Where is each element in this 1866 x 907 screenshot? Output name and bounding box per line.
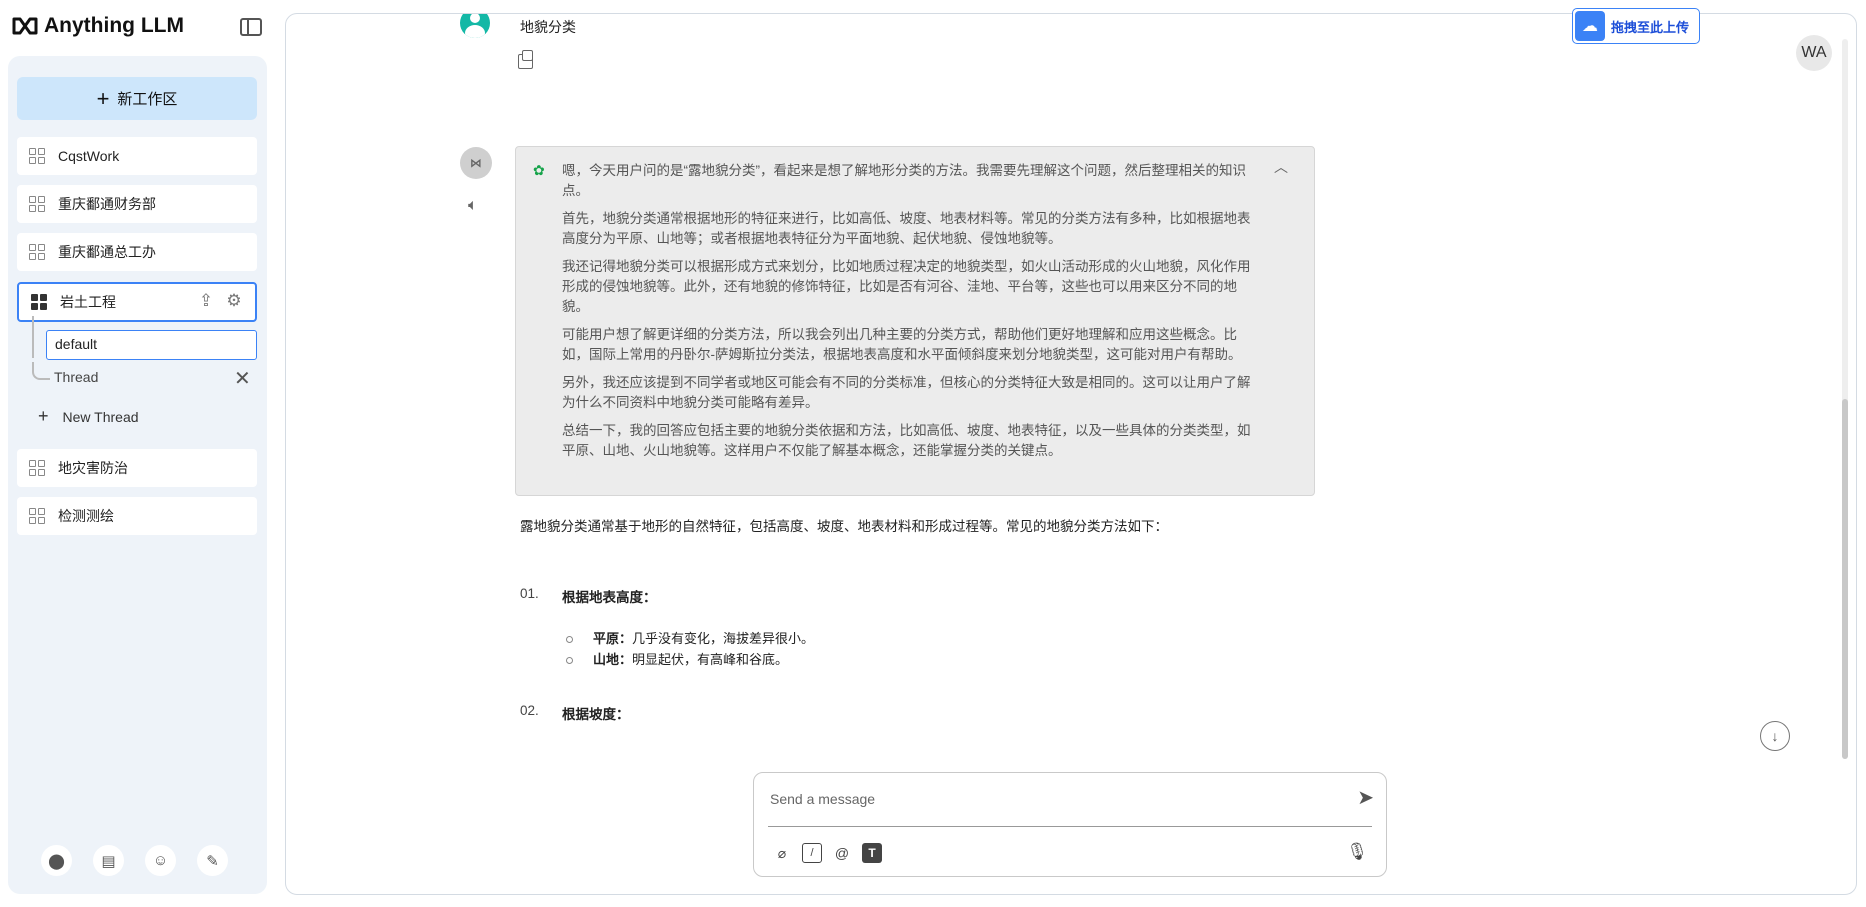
thinking-paragraph: 嗯，今天用户问的是“露地貌分类”，看起来是想了解地形分类的方法。我需要先理解这个… bbox=[562, 163, 1246, 198]
composer-divider bbox=[768, 826, 1372, 827]
workspace-item[interactable]: 重庆鄱通总工办 bbox=[17, 233, 257, 271]
plus-icon: + bbox=[38, 406, 49, 426]
text-size-icon[interactable]: T bbox=[862, 843, 882, 863]
discord-icon[interactable]: ☺ bbox=[145, 845, 176, 876]
thinking-paragraph: 总结一下，我的回答应包括主要的地貌分类依据和方法，比如高低、坡度、地表特征，以及… bbox=[562, 423, 1251, 458]
workspace-grid-icon bbox=[29, 508, 45, 524]
thinking-paragraph: 可能用户想了解更详细的分类方法，所以我会列出几种主要的分类方式，帮助他们更好地理… bbox=[562, 327, 1242, 362]
workspace-item-active[interactable]: 岩土工程 ⇪ ⚙ bbox=[17, 282, 257, 322]
list-bullet: 山地：明显起伏，有高峰和谷底。 bbox=[566, 649, 788, 668]
bullet-term: 平原： bbox=[593, 631, 633, 646]
at-mention-icon[interactable]: @ bbox=[832, 843, 852, 863]
sidebar: + 新工作区 CqstWork 重庆鄱通财务部 重庆鄱通总工办 岩土工程 ⇪ ⚙… bbox=[8, 56, 267, 894]
workspace-grid-icon bbox=[31, 294, 47, 310]
workspace-label: 重庆鄱通财务部 bbox=[58, 196, 156, 212]
composer-tools: ⌀ / @ T bbox=[772, 843, 882, 863]
new-thread-label: New Thread bbox=[62, 408, 139, 425]
list-heading: 根据坡度： bbox=[562, 707, 630, 722]
anything-llm-logo-icon bbox=[12, 17, 38, 35]
send-icon[interactable]: ➤ bbox=[1357, 785, 1374, 810]
message-input[interactable] bbox=[768, 783, 1332, 815]
chevron-up-icon[interactable]: ︿ bbox=[1274, 157, 1288, 177]
brand-name: Anything LLM bbox=[44, 14, 184, 37]
arrow-down-icon[interactable]: ↓ bbox=[1760, 721, 1790, 751]
brand-logo: Anything LLM bbox=[12, 14, 184, 38]
workspace-item[interactable]: 检测测绘 bbox=[17, 497, 257, 535]
close-icon[interactable]: ✕ bbox=[234, 366, 251, 391]
book-icon[interactable]: ▤ bbox=[93, 845, 124, 876]
user-avatar bbox=[460, 14, 490, 38]
cloud-upload-icon: ☁ bbox=[1575, 11, 1605, 41]
bullet-text: 几乎没有变化，海拔差异很小。 bbox=[632, 631, 815, 646]
user-message: 地貌分类 bbox=[520, 19, 576, 35]
thread-tree-line bbox=[32, 316, 34, 358]
wrench-icon[interactable]: ✎ bbox=[197, 845, 228, 876]
workspace-item[interactable]: 重庆鄱通财务部 bbox=[17, 185, 257, 223]
bullet-dot bbox=[566, 657, 573, 665]
assistant-avatar: ⋈ bbox=[460, 147, 492, 179]
account-avatar[interactable]: WA bbox=[1796, 35, 1832, 71]
slash-command-icon[interactable]: / bbox=[802, 843, 822, 863]
workspace-item[interactable]: 地灾害防治 bbox=[17, 449, 257, 487]
scrollbar-thumb[interactable] bbox=[1842, 399, 1848, 759]
bullet-dot bbox=[566, 636, 573, 644]
list-number: 02. bbox=[520, 703, 539, 718]
chat-panel: 地貌分类 ⋈ 🔈︎ ✿ ︿ 嗯，今天用户问的是“露地貌分类”，看起来是想了解地形… bbox=[285, 13, 1857, 895]
list-number: 01. bbox=[520, 586, 539, 601]
thread-default[interactable]: default bbox=[46, 330, 257, 360]
brain-icon: ✿ bbox=[533, 162, 545, 178]
workspace-item[interactable]: CqstWork bbox=[17, 137, 257, 175]
upload-badge[interactable]: ☁ 拖拽至此上传 bbox=[1572, 8, 1700, 44]
paperclip-icon[interactable]: ⌀ bbox=[772, 843, 792, 863]
workspace-label: 检测测绘 bbox=[58, 508, 114, 524]
bullet-term: 山地： bbox=[593, 652, 633, 667]
workspace-grid-icon bbox=[29, 244, 45, 260]
thread-tree-branch bbox=[32, 362, 50, 380]
workspace-label: CqstWork bbox=[58, 148, 120, 164]
workspace-label: 地灾害防治 bbox=[58, 460, 128, 476]
workspace-label: 重庆鄱通总工办 bbox=[58, 244, 156, 260]
thread-item[interactable]: Thread bbox=[54, 369, 98, 385]
workspace-grid-icon bbox=[29, 460, 45, 476]
workspace-label: 岩土工程 bbox=[60, 294, 116, 310]
list-bullet: 平原：几乎没有变化，海拔差异很小。 bbox=[566, 628, 814, 647]
bullet-text: 明显起伏，有高峰和谷底。 bbox=[632, 652, 789, 667]
sidebar-toggle-icon[interactable] bbox=[240, 18, 262, 36]
answer-intro: 露地貌分类通常基于地形的自然特征，包括高度、坡度、地表材料和形成过程等。常见的地… bbox=[520, 519, 1168, 534]
thinking-block: ✿ ︿ 嗯，今天用户问的是“露地貌分类”，看起来是想了解地形分类的方法。我需要先… bbox=[515, 146, 1315, 496]
microphone-icon[interactable]: 🎙︎ bbox=[1346, 842, 1368, 862]
new-workspace-label: 新工作区 bbox=[117, 91, 178, 108]
thinking-paragraph: 首先，地貌分类通常根据地形的特征来进行，比如高低、坡度、地表材料等。常见的分类方… bbox=[562, 211, 1251, 246]
list-heading: 根据地表高度： bbox=[562, 590, 657, 605]
github-icon[interactable]: ⬤ bbox=[41, 845, 72, 876]
gear-icon[interactable]: ⚙ bbox=[225, 292, 243, 310]
thinking-paragraph: 另外，我还应该提到不同学者或地区可能会有不同的分类标准，但核心的分类特征大致是相… bbox=[562, 375, 1251, 410]
message-composer: ➤ ⌀ / @ T 🎙︎ bbox=[753, 772, 1387, 877]
upload-badge-label: 拖拽至此上传 bbox=[1611, 19, 1690, 35]
sidebar-footer: ⬤ ▤ ☺ ✎ bbox=[41, 845, 228, 876]
upload-icon[interactable]: ⇪ bbox=[197, 292, 215, 310]
plus-icon: + bbox=[96, 85, 110, 111]
new-thread-button[interactable]: + New Thread bbox=[38, 406, 139, 427]
thinking-paragraph: 我还记得地貌分类可以根据形成方式来划分，比如地质过程决定的地貌类型，如火山活动形… bbox=[562, 259, 1251, 314]
speaker-icon[interactable]: 🔈︎ bbox=[468, 197, 478, 215]
new-workspace-button[interactable]: + 新工作区 bbox=[17, 77, 257, 120]
copy-icon[interactable] bbox=[518, 50, 533, 69]
workspace-grid-icon bbox=[29, 148, 45, 164]
workspace-grid-icon bbox=[29, 196, 45, 212]
